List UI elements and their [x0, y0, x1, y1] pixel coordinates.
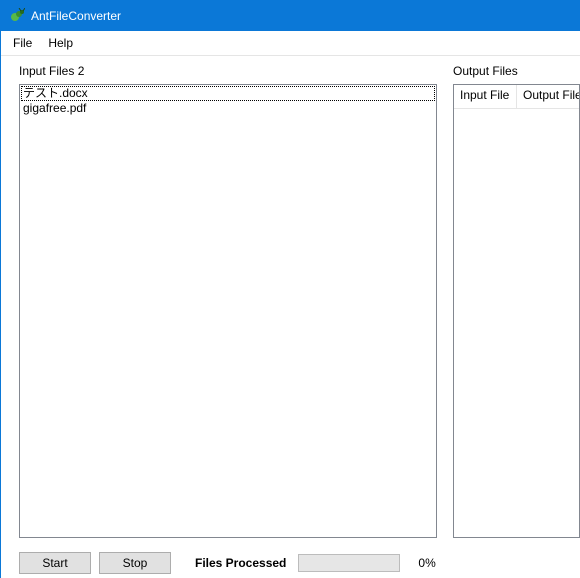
- output-col-output-file[interactable]: Output File: [517, 85, 579, 109]
- menu-separator: [1, 55, 580, 56]
- menu-file[interactable]: File: [5, 34, 40, 52]
- menu-help[interactable]: Help: [40, 34, 81, 52]
- input-files-count: 2: [78, 64, 85, 78]
- output-panel: Output Files Input File Output File: [453, 64, 580, 538]
- input-files-listbox[interactable]: テスト.docxgigafree.pdf: [19, 84, 437, 538]
- input-panel: Input Files 2 テスト.docxgigafree.pdf: [19, 64, 437, 538]
- bottom-bar: Start Stop Files Processed 0%: [19, 548, 580, 578]
- window-title: AntFileConverter: [31, 9, 121, 23]
- output-files-label: Output Files: [453, 64, 580, 82]
- menu-bar: File Help: [1, 31, 580, 55]
- app-icon: [9, 8, 25, 24]
- list-item[interactable]: gigafree.pdf: [21, 101, 435, 116]
- output-col-input-file[interactable]: Input File: [454, 85, 517, 109]
- stop-button[interactable]: Stop: [99, 552, 171, 574]
- progress-percent: 0%: [418, 556, 435, 570]
- output-files-table[interactable]: Input File Output File: [453, 84, 580, 538]
- start-button[interactable]: Start: [19, 552, 91, 574]
- output-table-header: Input File Output File: [454, 85, 579, 109]
- list-item[interactable]: テスト.docx: [21, 86, 435, 101]
- title-bar: AntFileConverter: [1, 1, 580, 31]
- app-window: AntFileConverter File Help Input Files 2…: [0, 0, 580, 578]
- content-area: Input Files 2 テスト.docxgigafree.pdf Outpu…: [1, 58, 580, 578]
- progress-bar: [298, 554, 400, 572]
- panels-row: Input Files 2 テスト.docxgigafree.pdf Outpu…: [19, 64, 580, 538]
- input-files-label: Input Files 2: [19, 64, 437, 82]
- input-files-label-text: Input Files: [19, 64, 78, 78]
- files-processed-label: Files Processed: [195, 556, 286, 570]
